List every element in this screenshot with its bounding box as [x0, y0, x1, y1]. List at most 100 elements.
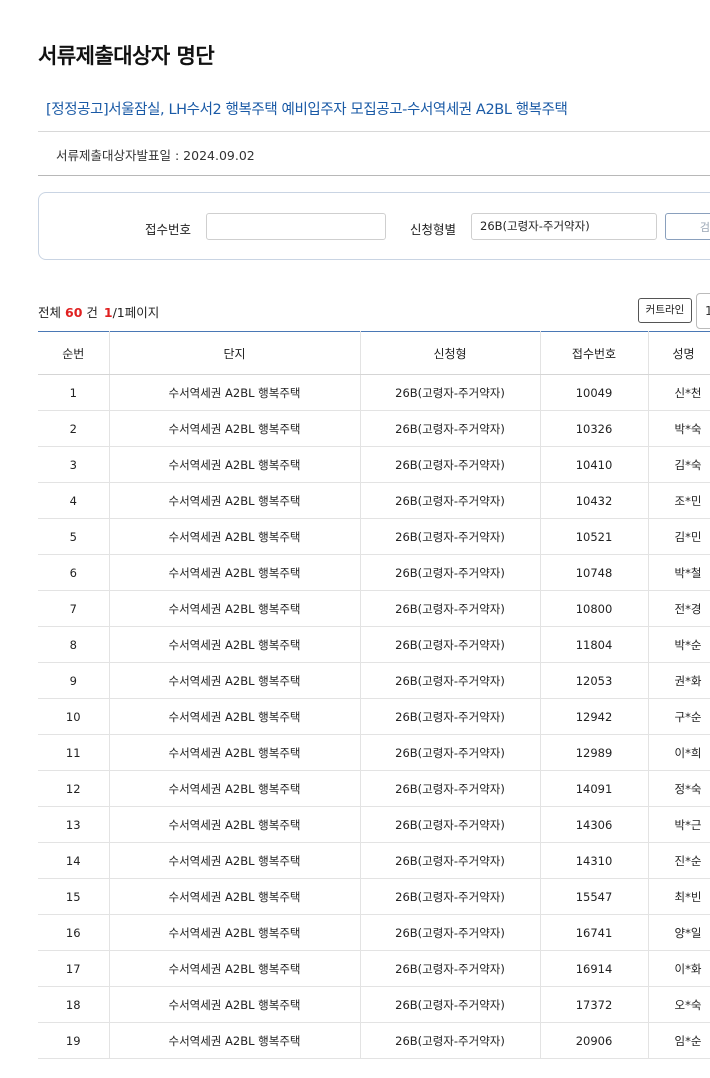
cell-type: 26B(고령자-주거약자)	[359, 518, 540, 555]
cutline-button[interactable]: 커트라인	[638, 298, 692, 323]
table-row: 9 수서역세권 A2BL 행복주택 26B(고령자-주거약자) 12053 권*화	[38, 662, 710, 699]
cell-type: 26B(고령자-주거약자)	[359, 770, 540, 807]
cell-complex: 수서역세권 A2BL 행복주택	[108, 842, 360, 879]
cell-receipt: 12989	[539, 734, 648, 771]
cell-no: 19	[38, 1022, 109, 1059]
cell-complex: 수서역세권 A2BL 행복주택	[108, 986, 360, 1023]
cell-type: 26B(고령자-주거약자)	[359, 842, 540, 879]
application-type-label: 신청형별	[410, 222, 457, 237]
cell-receipt: 12942	[539, 698, 648, 735]
cell-receipt: 10410	[539, 446, 648, 483]
divider	[38, 131, 710, 132]
cell-no: 12	[38, 770, 109, 807]
cell-name: 오*숙	[647, 986, 710, 1023]
cell-receipt: 10432	[539, 482, 648, 519]
total-count: 60	[65, 305, 83, 320]
cell-receipt: 10748	[539, 554, 648, 591]
cell-type: 26B(고령자-주거약자)	[359, 806, 540, 843]
cell-receipt: 10049	[539, 374, 648, 411]
cell-receipt: 10521	[539, 518, 648, 555]
cell-complex: 수서역세권 A2BL 행복주택	[108, 1022, 360, 1059]
table-row: 5 수서역세권 A2BL 행복주택 26B(고령자-주거약자) 10521 김*민	[38, 518, 710, 555]
cell-complex: 수서역세권 A2BL 행복주택	[108, 554, 360, 591]
cell-type: 26B(고령자-주거약자)	[359, 878, 540, 915]
header-receipt: 접수번호	[539, 331, 648, 375]
cell-name: 김*민	[647, 518, 710, 555]
cell-complex: 수서역세권 A2BL 행복주택	[108, 626, 360, 663]
cell-no: 14	[38, 842, 109, 879]
table-row: 6 수서역세권 A2BL 행복주택 26B(고령자-주거약자) 10748 박*철	[38, 554, 710, 591]
cell-no: 9	[38, 662, 109, 699]
notice-title[interactable]: [정정공고]서울잠실, LH수서2 행복주택 예비입주자 모집공고-수서역세권 …	[46, 98, 568, 119]
cell-no: 10	[38, 698, 109, 735]
cell-complex: 수서역세권 A2BL 행복주택	[108, 482, 360, 519]
cell-name: 임*순	[647, 1022, 710, 1059]
current-page: 1	[103, 305, 113, 320]
cell-no: 3	[38, 446, 109, 483]
cell-type: 26B(고령자-주거약자)	[359, 482, 540, 519]
page-suffix: /1페이지	[112, 305, 160, 320]
cell-no: 17	[38, 950, 109, 987]
cell-no: 1	[38, 374, 109, 411]
cell-no: 8	[38, 626, 109, 663]
application-type-select[interactable]: 26B(고령자-주거약자)	[471, 213, 657, 240]
table-row: 17 수서역세권 A2BL 행복주택 26B(고령자-주거약자) 16914 이*화	[38, 950, 710, 987]
cell-complex: 수서역세권 A2BL 행복주택	[108, 410, 360, 447]
cell-no: 11	[38, 734, 109, 771]
cell-name: 박*순	[647, 626, 710, 663]
receipt-number-input[interactable]	[206, 213, 386, 240]
cell-no: 16	[38, 914, 109, 951]
cell-name: 양*일	[647, 914, 710, 951]
cell-type: 26B(고령자-주거약자)	[359, 374, 540, 411]
header-type: 신청형	[359, 331, 540, 375]
table-row: 11 수서역세권 A2BL 행복주택 26B(고령자-주거약자) 12989 이*희	[38, 734, 710, 771]
cell-complex: 수서역세권 A2BL 행복주택	[108, 806, 360, 843]
cell-name: 김*숙	[647, 446, 710, 483]
table-row: 7 수서역세권 A2BL 행복주택 26B(고령자-주거약자) 10800 전*경	[38, 590, 710, 627]
cell-type: 26B(고령자-주거약자)	[359, 734, 540, 771]
cell-type: 26B(고령자-주거약자)	[359, 410, 540, 447]
cell-complex: 수서역세권 A2BL 행복주택	[108, 698, 360, 735]
cell-name: 전*경	[647, 590, 710, 627]
cell-name: 정*숙	[647, 770, 710, 807]
divider	[38, 175, 710, 176]
table-row: 10 수서역세권 A2BL 행복주택 26B(고령자-주거약자) 12942 구*순	[38, 698, 710, 735]
table-row: 18 수서역세권 A2BL 행복주택 26B(고령자-주거약자) 17372 오*숙	[38, 986, 710, 1023]
table-row: 14 수서역세권 A2BL 행복주택 26B(고령자-주거약자) 14310 진*순	[38, 842, 710, 879]
cell-complex: 수서역세권 A2BL 행복주택	[108, 914, 360, 951]
cell-complex: 수서역세권 A2BL 행복주택	[108, 374, 360, 411]
header-complex: 단지	[108, 331, 360, 375]
cell-no: 2	[38, 410, 109, 447]
total-unit: 건	[86, 305, 98, 320]
cell-name: 이*희	[647, 734, 710, 771]
cell-name: 신*천	[647, 374, 710, 411]
table-row: 15 수서역세권 A2BL 행복주택 26B(고령자-주거약자) 15547 최*빈	[38, 878, 710, 915]
cell-receipt: 17372	[539, 986, 648, 1023]
publication-date: 서류제출대상자발표일 : 2024.09.02	[56, 148, 255, 163]
total-prefix: 전체	[38, 305, 62, 320]
applicant-table: 순번 단지 신청형 접수번호 성명 1 수서역세권 A2BL 행복주택 26B(고령…	[38, 331, 710, 1059]
cell-type: 26B(고령자-주거약자)	[359, 698, 540, 735]
table-row: 19 수서역세권 A2BL 행복주택 26B(고령자-주거약자) 20906 임*순	[38, 1022, 710, 1059]
cell-complex: 수서역세권 A2BL 행복주택	[108, 518, 360, 555]
cell-name: 박*숙	[647, 410, 710, 447]
cell-no: 5	[38, 518, 109, 555]
cell-no: 13	[38, 806, 109, 843]
cell-name: 진*순	[647, 842, 710, 879]
cell-type: 26B(고령자-주거약자)	[359, 554, 540, 591]
cell-type: 26B(고령자-주거약자)	[359, 590, 540, 627]
search-button[interactable]: 검색	[665, 213, 710, 240]
cell-receipt: 10800	[539, 590, 648, 627]
page-select[interactable]: 1	[696, 293, 710, 329]
table-row: 16 수서역세권 A2BL 행복주택 26B(고령자-주거약자) 16741 양*일	[38, 914, 710, 951]
cell-name: 조*민	[647, 482, 710, 519]
cell-name: 박*철	[647, 554, 710, 591]
cell-receipt: 14091	[539, 770, 648, 807]
cell-no: 15	[38, 878, 109, 915]
cell-name: 권*화	[647, 662, 710, 699]
table-row: 8 수서역세권 A2BL 행복주택 26B(고령자-주거약자) 11804 박*순	[38, 626, 710, 663]
cell-type: 26B(고령자-주거약자)	[359, 626, 540, 663]
cell-name: 구*순	[647, 698, 710, 735]
cell-type: 26B(고령자-주거약자)	[359, 986, 540, 1023]
table-row: 4 수서역세권 A2BL 행복주택 26B(고령자-주거약자) 10432 조*민	[38, 482, 710, 519]
